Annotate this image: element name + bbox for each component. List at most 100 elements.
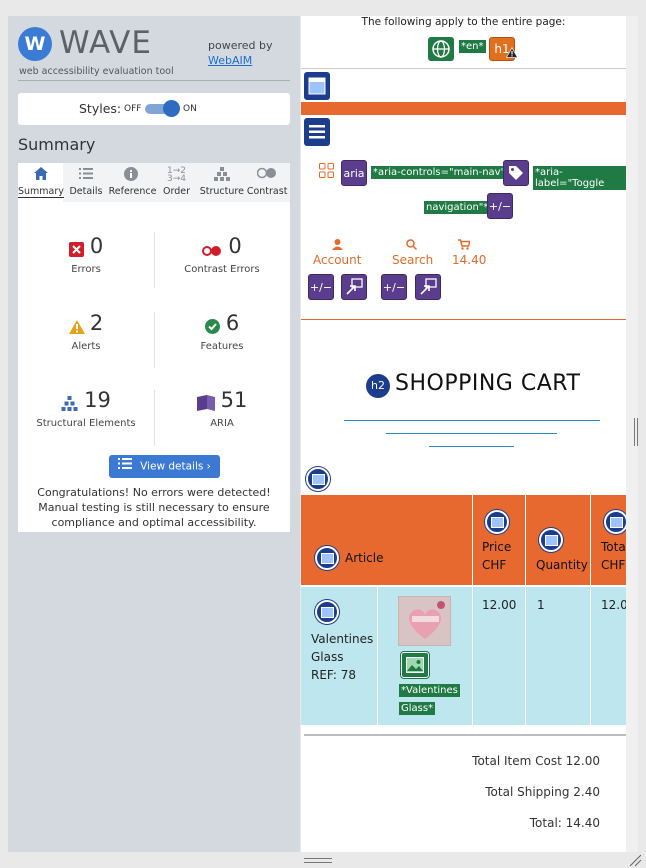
structure-icon	[199, 167, 244, 184]
styles-toggle-knob[interactable]	[163, 100, 180, 117]
wave-brand: W WAVE web accessibility evaluation tool…	[8, 16, 300, 82]
page-heading: SHOPPING CART	[395, 371, 581, 396]
image-alt-label: *Valentines	[399, 684, 460, 697]
aria-popup-icon[interactable]	[341, 274, 367, 300]
aria-expanded-icon[interactable]: +/−	[381, 274, 407, 300]
wave-tagline: web accessibility evaluation tool	[19, 66, 174, 77]
contrast-errors-label: Contrast Errors	[184, 264, 260, 275]
webaim-link[interactable]: WebAIM	[208, 54, 252, 67]
product-total: 12.00	[601, 598, 626, 612]
h1-alert-icon[interactable]: h1	[489, 37, 518, 61]
tab-summary[interactable]: Summary	[18, 163, 64, 202]
styles-label: Styles:	[79, 101, 122, 116]
navigation-region-icon[interactable]	[304, 118, 330, 146]
powered-by-text: powered by	[208, 39, 273, 52]
table-header-icon[interactable]	[485, 510, 509, 534]
styles-on-label: ON	[183, 104, 197, 114]
grand-total: Total: 14.40	[529, 816, 600, 830]
page-preview: The following apply to the entire page: …	[301, 16, 626, 852]
features-stat[interactable]: 6 Features	[154, 311, 290, 376]
alert-icon	[68, 315, 85, 334]
tab-structure[interactable]: Structure	[199, 163, 244, 202]
tab-reference[interactable]: Reference	[109, 163, 156, 202]
aria-label-icon[interactable]	[503, 160, 529, 186]
structural-label: Structural Elements	[36, 418, 136, 429]
contrast-icon	[244, 167, 289, 184]
vertical-resize-handle[interactable]	[634, 418, 638, 446]
table-header-icon[interactable]	[604, 510, 626, 534]
list-icon	[118, 455, 133, 478]
wave-logo-icon: W	[18, 27, 52, 61]
heading-underline	[386, 433, 557, 434]
congrats-message: Congratulations! No errors were detected…	[37, 486, 271, 529]
aria-label-value: *aria-label="Toggle	[533, 166, 626, 190]
aria-stat[interactable]: 51 ARIA	[154, 388, 290, 453]
search-link[interactable]: Search	[392, 253, 433, 267]
tab-details[interactable]: Details	[63, 163, 108, 202]
apply-text: The following apply to the entire page:	[361, 16, 566, 28]
total-item-cost: Total Item Cost 12.00	[472, 754, 600, 768]
aria-icon[interactable]: aria	[341, 160, 367, 186]
heading-underline	[429, 446, 514, 447]
tab-label: Summary	[18, 186, 64, 198]
wave-wordmark: WAVE	[59, 25, 152, 61]
header-region-icon[interactable]	[304, 72, 330, 100]
horizontal-resize-handle[interactable]	[304, 858, 332, 863]
image-alt-icon[interactable]	[401, 652, 429, 678]
wave-tab-bar: Summary Details Reference 1→2 3→4 Order S…	[18, 163, 290, 202]
tab-label: Details	[69, 186, 103, 197]
table-icon[interactable]	[306, 467, 330, 491]
aria-label: ARIA	[210, 418, 234, 429]
contrast-errors-stat[interactable]: 0 Contrast Errors	[154, 234, 290, 299]
aria-expanded-icon[interactable]: +/−	[308, 274, 334, 300]
h2-icon[interactable]: h2	[366, 374, 390, 398]
contrast-errors-count: 0	[228, 234, 242, 258]
styles-toggle-box: Styles: OFF ON	[18, 93, 290, 125]
language-icon[interactable]	[428, 37, 454, 61]
account-icon	[332, 235, 343, 254]
table-header-icon[interactable]	[539, 528, 563, 552]
alerts-stat[interactable]: 2 Alerts	[18, 311, 154, 376]
aria-icon	[196, 392, 215, 411]
contrast-error-icon	[202, 238, 222, 256]
errors-stat[interactable]: 0 Errors	[18, 234, 154, 299]
product-name-line1: Valentines	[311, 632, 374, 646]
language-label: *en*	[459, 40, 486, 53]
aria-badge-text: aria	[343, 166, 365, 180]
table-cell-icon[interactable]	[315, 600, 339, 624]
home-icon	[18, 167, 63, 184]
view-details-button[interactable]: View details ›	[109, 455, 220, 478]
total-shipping: Total Shipping 2.40	[485, 785, 600, 799]
aria-expanded-icon[interactable]: +/−	[487, 193, 513, 219]
header-price: Price CHF	[482, 540, 512, 572]
product-thumbnail[interactable]	[398, 596, 451, 646]
tab-label: Contrast	[246, 186, 288, 197]
resize-corner-icon[interactable]	[628, 852, 642, 868]
aria-popup-icon[interactable]	[415, 274, 441, 300]
tab-contrast[interactable]: Contrast	[244, 163, 289, 202]
structural-stat[interactable]: 19 Structural Elements	[18, 388, 154, 453]
heading-underline	[344, 420, 600, 421]
summary-heading: Summary	[18, 135, 96, 154]
cart-total-link[interactable]: 14.40	[452, 253, 486, 267]
divider	[301, 68, 626, 69]
aria-label-value-cont: navigation"*	[424, 201, 491, 214]
account-link[interactable]: Account	[313, 253, 361, 267]
summary-panel: 0 Errors 0 Contrast Errors 2 Alerts 6 Fe…	[18, 202, 290, 532]
header-article: Article	[345, 551, 384, 565]
view-details-label: View details ›	[140, 460, 211, 473]
errors-label: Errors	[71, 264, 101, 275]
image-alt-label-cont: Glass*	[399, 702, 436, 715]
table-header-icon[interactable]	[315, 546, 339, 570]
alerts-label: Alerts	[71, 341, 101, 352]
table-header-cell	[301, 495, 472, 585]
tab-order[interactable]: 1→2 3→4 Order	[154, 163, 199, 202]
tab-label: Structure	[199, 186, 244, 197]
cart-icon	[458, 235, 472, 254]
list-icon	[63, 167, 108, 184]
alert-icon	[506, 43, 518, 65]
info-icon	[109, 167, 154, 184]
header-total: Total CHF	[601, 540, 626, 572]
product-quantity: 1	[537, 598, 545, 612]
structural-count: 19	[84, 388, 111, 412]
